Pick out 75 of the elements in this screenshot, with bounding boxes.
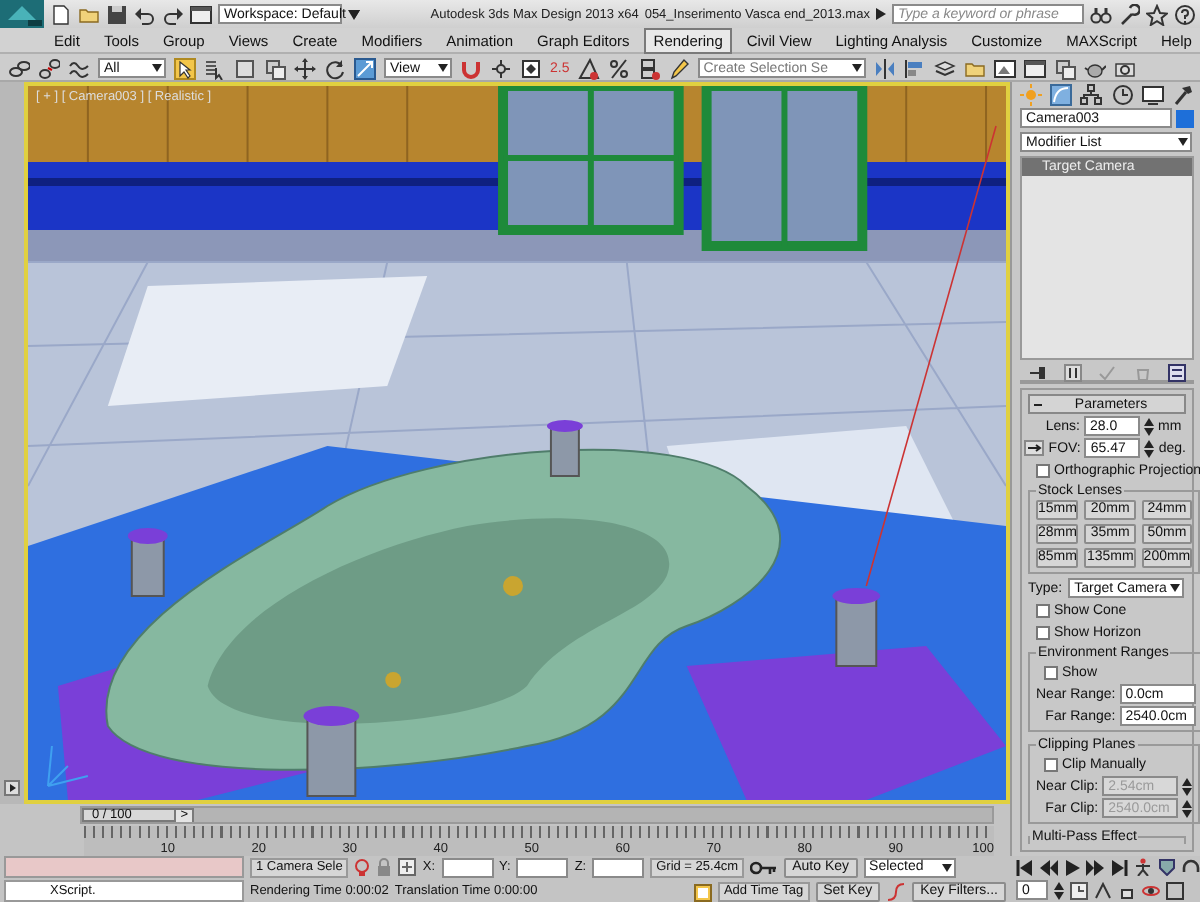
time-config-icon[interactable] [1070, 881, 1088, 899]
keyboard-toggle-icon[interactable] [520, 57, 542, 79]
object-color-swatch[interactable] [1176, 109, 1194, 127]
configure-icon[interactable] [1168, 363, 1186, 381]
pause-bars-icon[interactable] [1063, 363, 1081, 381]
save-icon[interactable] [106, 3, 128, 25]
mirror-icon[interactable] [873, 57, 896, 79]
lightbulb-icon[interactable] [354, 857, 371, 877]
star-icon[interactable] [1145, 3, 1168, 25]
redo-icon[interactable] [162, 3, 184, 25]
checkbox[interactable] [1044, 665, 1058, 679]
z-coordinate-field[interactable] [592, 857, 645, 877]
key-tangent-icon[interactable] [886, 881, 907, 901]
dialog-icon[interactable] [1023, 57, 1046, 79]
checkbox[interactable] [1036, 603, 1050, 617]
manipulate-icon[interactable] [490, 57, 512, 79]
maximize-icon[interactable] [1166, 881, 1184, 899]
align-icon[interactable] [903, 57, 926, 79]
link-icon[interactable] [8, 57, 30, 79]
move-icon[interactable] [294, 57, 316, 79]
binoculars-icon[interactable] [1089, 3, 1112, 25]
caret-icon[interactable] [438, 64, 448, 72]
fov-direction-icon[interactable] [1024, 440, 1045, 456]
camera-icon[interactable] [1113, 57, 1136, 79]
hierarchy-icon[interactable] [1080, 83, 1103, 105]
monitor-icon[interactable] [1141, 83, 1164, 105]
window-icon[interactable] [1053, 57, 1076, 79]
caret-icon[interactable] [348, 9, 360, 19]
checkbox[interactable] [1044, 757, 1058, 771]
script-listener-input[interactable] [4, 856, 244, 878]
spinner-icon[interactable] [1144, 417, 1154, 435]
go-to-start-icon[interactable] [1016, 859, 1034, 875]
caret-icon[interactable] [1178, 138, 1188, 146]
walk-icon[interactable] [1134, 858, 1152, 876]
go-to-end-icon[interactable] [1110, 859, 1128, 875]
caret-icon[interactable] [1170, 584, 1181, 592]
percent-snap-icon[interactable] [607, 57, 630, 79]
expand-arrow-icon[interactable] [4, 780, 20, 796]
caret-icon[interactable] [941, 863, 952, 871]
pin-icon[interactable] [1028, 363, 1046, 381]
key-icon[interactable] [750, 859, 779, 875]
undo-icon[interactable] [134, 3, 156, 25]
angle-snap-icon[interactable] [577, 57, 600, 79]
checkbox[interactable] [1036, 463, 1050, 477]
help-icon[interactable] [1173, 3, 1196, 25]
layers-icon[interactable] [933, 57, 956, 79]
x-coordinate-field[interactable] [441, 857, 494, 877]
checkbox[interactable] [1036, 625, 1050, 639]
select-object-icon[interactable] [174, 57, 196, 79]
select-by-name-icon[interactable] [204, 57, 226, 79]
window-crossing-icon[interactable] [264, 57, 286, 79]
spinner-icon[interactable] [1054, 881, 1064, 899]
caret-icon[interactable] [851, 64, 862, 72]
curve-icon[interactable] [1050, 83, 1073, 105]
unlink-icon[interactable] [38, 57, 60, 79]
hammer-icon[interactable] [1171, 83, 1194, 105]
clock-icon[interactable] [1111, 83, 1134, 105]
y-coordinate-field[interactable] [516, 857, 569, 877]
rectangle-icon[interactable] [234, 57, 256, 79]
spinner-snap-icon[interactable] [637, 57, 660, 79]
absolute-mode-icon[interactable] [398, 858, 417, 876]
arrow-right-icon[interactable] [875, 8, 886, 20]
wave-icon[interactable] [68, 57, 90, 79]
checkmark-icon[interactable] [1098, 363, 1116, 381]
caret-icon[interactable] [152, 64, 162, 72]
wrench-icon[interactable] [1117, 3, 1140, 25]
field-of-view-icon[interactable] [1094, 881, 1112, 899]
app-logo-icon[interactable] [0, 0, 44, 28]
scale-icon[interactable] [354, 57, 376, 79]
minus-icon[interactable] [1034, 401, 1042, 407]
time-tag-icon[interactable] [693, 881, 712, 901]
picture-frame-icon[interactable] [993, 57, 1016, 79]
rotate-icon[interactable] [324, 57, 346, 79]
orbit-icon[interactable] [1142, 881, 1160, 899]
headphones-icon[interactable] [1182, 858, 1200, 876]
